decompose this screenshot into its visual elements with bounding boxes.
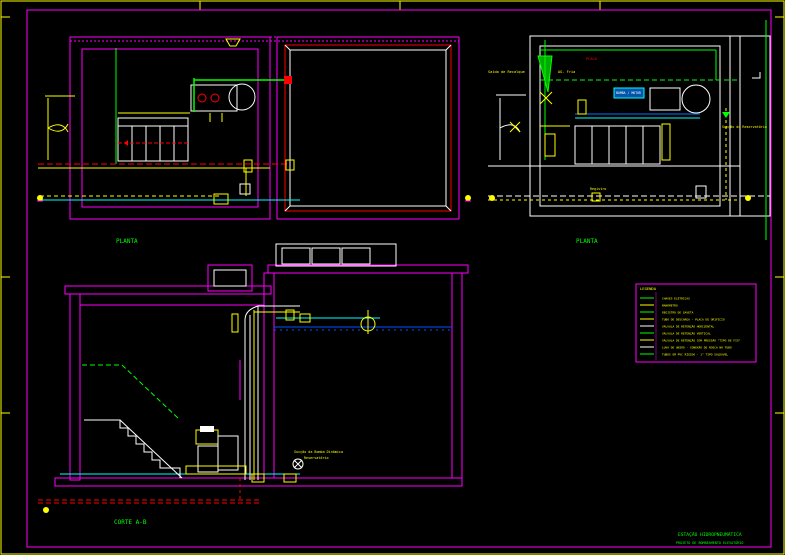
- legend-item-label: TUBOS EM PVC RÍGIDO - 1" TIPO SOLDÁVEL: [662, 352, 728, 357]
- plan-left-label: PLANTA: [116, 238, 138, 245]
- plan-right-tag-top: PLACA: [586, 57, 598, 61]
- plan-right-tag-left: Saída de Recalque: [488, 70, 525, 74]
- legend-title: LEGENDA: [640, 286, 657, 291]
- cad-drawing-canvas: PLANTA Saída de Recalque PLACA AG. Fria …: [0, 0, 785, 555]
- section-tag-valve2: Reservatório: [304, 456, 329, 460]
- plan-right: [488, 20, 771, 240]
- legend-item-label: REGISTRO DE GAVETA: [662, 311, 694, 315]
- legend-item-label: VÁLVULA DE RETENÇÃO HORIZONTAL: [662, 324, 714, 329]
- inner-frame: [26, 9, 772, 548]
- plan-left: [37, 36, 471, 220]
- legend-item-label: TUBO DE DESCARGA - PLACA DE ORIFÍCIO: [662, 317, 725, 322]
- legend-item-label: LUVA DE UNIÃO - CONEXÃO DE ROSCA NO TUBO: [662, 345, 732, 350]
- legend-box: [635, 283, 757, 363]
- title-line-1: ESTAÇÃO HIDROPNEUMÁTICA: [678, 531, 742, 538]
- plan-right-tag-right: Sucção do Reservatório: [722, 125, 767, 129]
- plan-right-tag-bottom: Registro: [590, 187, 606, 191]
- section-ab: [38, 243, 469, 513]
- section-tag-valve: Sucção da Bomba Dinâmica: [294, 450, 343, 454]
- title-line-2: PROJETO DE BOMBEAMENTO ELEVATÓRIO: [676, 540, 743, 545]
- legend-item-label: CHAVES ELÉTRICAS: [662, 296, 690, 301]
- plan-right-tag-mid: AG. Fria: [558, 70, 575, 74]
- legend-item-label: VÁLVULA DE RETENÇÃO VERTICAL: [662, 331, 711, 336]
- plan-right-label: PLANTA: [576, 238, 598, 245]
- legend-item-label: MANÔMETRO: [662, 303, 678, 308]
- section-label: CORTE A-B: [114, 519, 147, 526]
- plan-right-tag-box: BOMBA / MOTOR: [616, 91, 641, 95]
- sheet-border: [0, 0, 785, 555]
- legend-item-label: VÁLVULA DE RETENÇÃO COM PRESSÃO "TIPO DE…: [662, 338, 741, 343]
